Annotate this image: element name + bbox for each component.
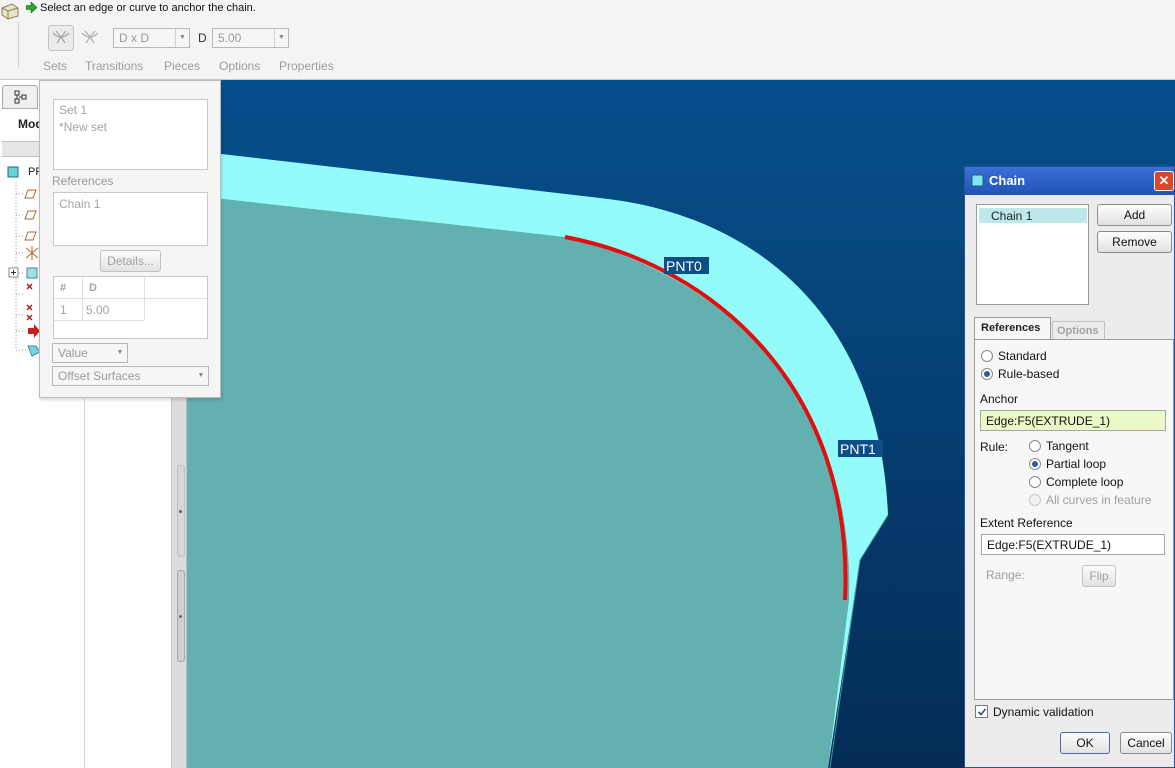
set-item[interactable]: Set 1 — [59, 103, 87, 117]
table-row-divider — [54, 320, 144, 321]
chevron-down-icon: ▼ — [175, 29, 189, 47]
chain-list[interactable]: Chain 1 — [976, 204, 1089, 305]
tangent-label: Tangent — [1046, 439, 1089, 453]
table-header — [54, 277, 207, 299]
details-button[interactable]: Details... — [100, 250, 161, 272]
cancel-button[interactable]: Cancel — [1120, 732, 1172, 754]
table-header-d: D — [89, 282, 97, 294]
ok-button[interactable]: OK — [1060, 732, 1110, 754]
tangent-radio[interactable] — [1029, 440, 1041, 452]
pnt0-label: PNT0 — [666, 258, 702, 274]
standard-label: Standard — [998, 349, 1047, 363]
round-feature-icon — [1, 3, 19, 20]
references-list[interactable]: Chain 1 — [53, 192, 208, 246]
dimension-scheme-value: D x D — [119, 31, 149, 45]
range-label: Range: — [986, 568, 1025, 582]
chevron-down-icon: ▼ — [116, 349, 124, 356]
rule-label: Rule: — [980, 440, 1009, 454]
divider — [18, 22, 19, 67]
dynamic-validation-checkbox[interactable] — [975, 705, 988, 718]
new-set-item[interactable]: *New set — [59, 120, 107, 134]
complete-loop-radio[interactable] — [1029, 476, 1041, 488]
constant-round-icon[interactable] — [48, 25, 74, 51]
part-icon — [7, 166, 19, 178]
all-curves-label: All curves in feature — [1046, 493, 1152, 507]
sets-panel: Set 1 *New set References Chain 1 Detail… — [39, 80, 221, 398]
chevron-down-icon: ▼ — [197, 372, 205, 379]
offset-surfaces-label: Offset Surfaces — [58, 369, 141, 383]
radius-value: 5.00 — [218, 31, 242, 45]
offset-surfaces-select[interactable]: Offset Surfaces ▼ — [52, 366, 209, 386]
dynamic-validation-label: Dynamic validation — [993, 705, 1094, 719]
radius-value-input[interactable]: 5.00 ▼ — [212, 28, 289, 48]
references-label: References — [52, 174, 114, 188]
reference-item[interactable]: Chain 1 — [59, 197, 100, 211]
tab-options[interactable]: Options — [219, 59, 260, 73]
list-item-label: Chain 1 — [991, 209, 1033, 223]
variable-round-icon[interactable] — [77, 25, 103, 51]
anchor-label: Anchor — [980, 392, 1019, 406]
anchor-field[interactable]: Edge:F5(EXTRUDE_1) — [980, 410, 1166, 431]
tab-references[interactable]: References — [974, 317, 1051, 340]
tab-transitions[interactable]: Transitions — [85, 59, 143, 73]
extent-reference-label: Extent Reference — [980, 516, 1073, 530]
table-col-divider — [82, 277, 83, 320]
prompt-arrow-icon — [26, 2, 37, 13]
d-label: D — [198, 31, 207, 45]
partial-loop-label: Partial loop — [1046, 457, 1107, 471]
table-header-index: # — [60, 282, 67, 294]
tab-pieces[interactable]: Pieces — [164, 59, 200, 73]
sash-grip-icon — [179, 510, 182, 513]
message-prompt: Select an edge or curve to anchor the ch… — [40, 2, 256, 14]
add-button[interactable]: Add — [1097, 204, 1172, 226]
tab-properties[interactable]: Properties — [279, 59, 334, 73]
dimension-scheme-select[interactable]: D x D ▼ — [113, 28, 190, 48]
model-tree-items[interactable] — [0, 160, 40, 360]
pnt1-label: PNT1 — [840, 441, 876, 457]
partial-loop-radio[interactable] — [1029, 458, 1041, 470]
rule-based-radio[interactable] — [981, 368, 993, 380]
dialog-title: Chain — [989, 173, 1026, 188]
sash-grip-icon — [179, 615, 182, 618]
table-cell-index: 1 — [60, 303, 67, 317]
model-tree-icon — [14, 90, 27, 104]
sets-list[interactable]: Set 1 *New set — [53, 99, 208, 170]
standard-radio[interactable] — [981, 350, 993, 362]
tab-options[interactable]: Options — [1052, 321, 1105, 340]
table-cell-d[interactable]: 5.00 — [86, 303, 109, 317]
chain-dialog: Chain ✕ Chain 1 Add Remove References Op… — [964, 166, 1175, 768]
close-icon[interactable]: ✕ — [1154, 171, 1174, 191]
complete-loop-label: Complete loop — [1046, 475, 1124, 489]
feature-dashboard: Select an edge or curve to anchor the ch… — [0, 0, 1175, 80]
all-curves-radio[interactable] — [1029, 494, 1041, 506]
chain-dialog-icon — [971, 174, 984, 187]
chain-dialog-titlebar[interactable]: Chain — [965, 167, 1174, 195]
chevron-down-icon: ▼ — [274, 29, 288, 47]
table-col-divider — [144, 277, 145, 320]
extent-reference-field[interactable]: Edge:F5(EXTRUDE_1) — [981, 534, 1165, 555]
list-item[interactable]: Chain 1 — [979, 208, 1087, 223]
value-select-label: Value — [58, 346, 88, 360]
tab-sets[interactable]: Sets — [43, 59, 67, 73]
tab-model-tree[interactable] — [2, 85, 38, 109]
remove-button[interactable]: Remove — [1097, 231, 1172, 253]
value-select[interactable]: Value ▼ — [52, 343, 128, 363]
flip-button[interactable]: Flip — [1082, 565, 1116, 587]
check-icon — [977, 708, 987, 716]
radius-table[interactable]: # D 1 5.00 — [53, 276, 208, 339]
rule-based-label: Rule-based — [998, 367, 1060, 381]
